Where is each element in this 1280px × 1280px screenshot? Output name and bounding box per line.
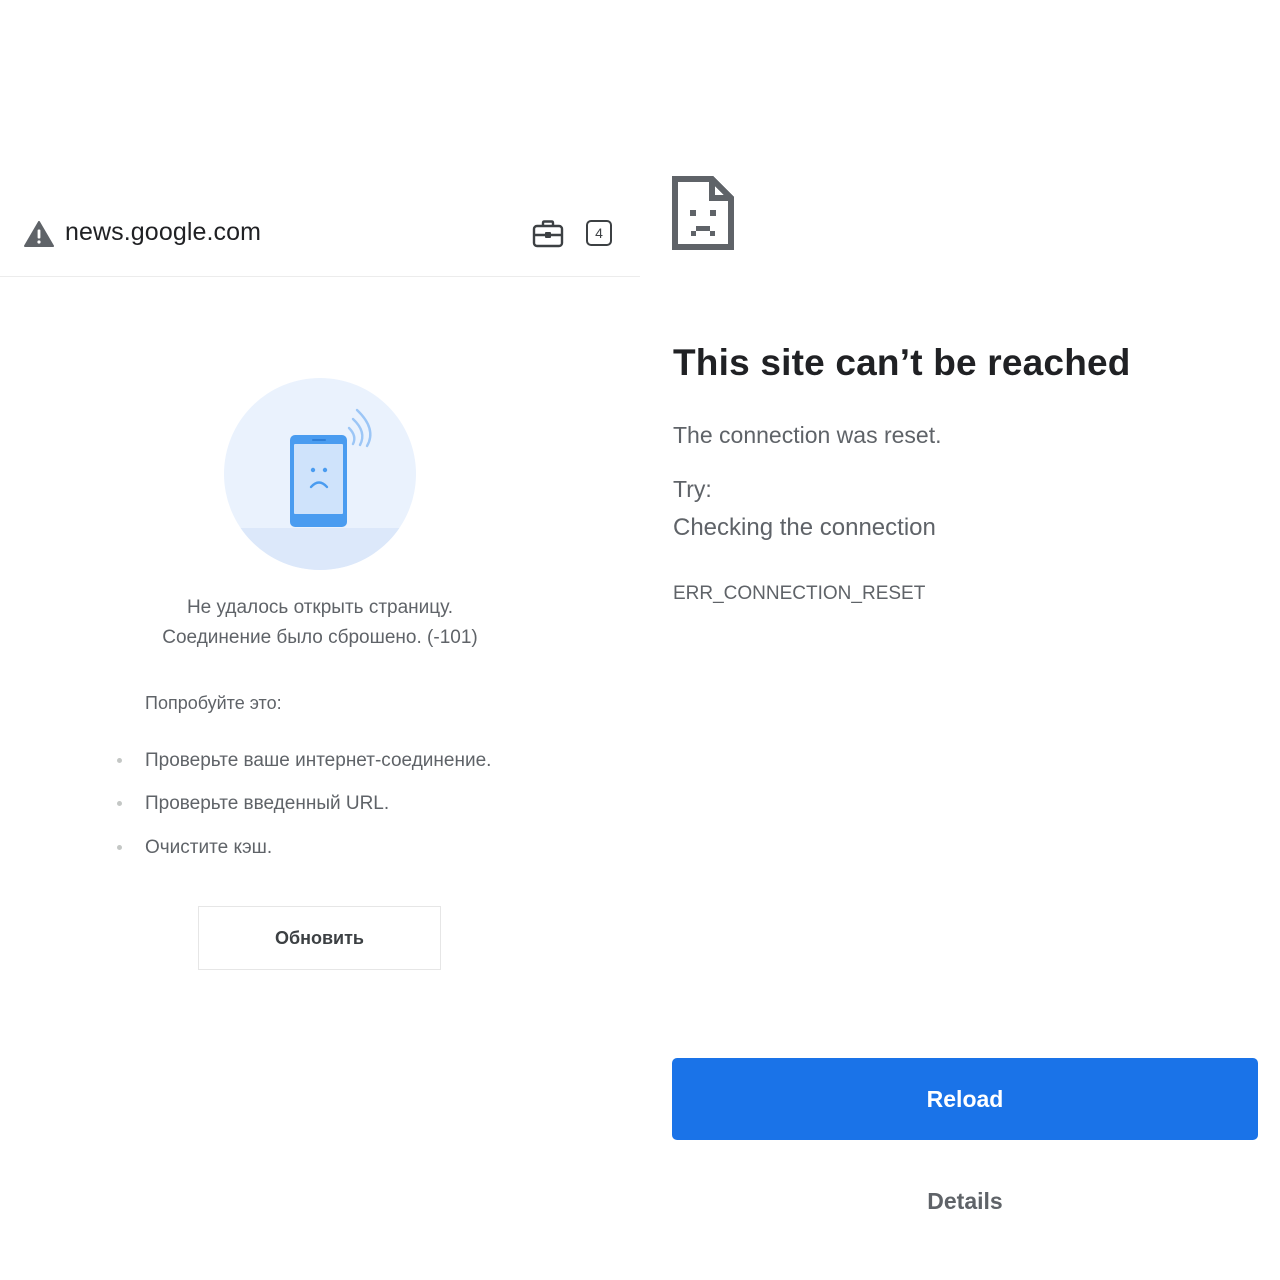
tip-item: Проверьте введенный URL. — [145, 793, 390, 814]
error-message-line1: Не удалось открыть страницу. — [186, 597, 454, 618]
screenshot-canvas: news.google.com 4 Не удалось открыть стр… — [0, 0, 1280, 1280]
details-button[interactable]: Details — [672, 1176, 1258, 1226]
right-panel-chrome-error: This site can’t be reached The connectio… — [640, 0, 1280, 1280]
warning-icon[interactable] — [24, 221, 54, 247]
sad-phone-icon — [224, 378, 416, 570]
try-label: Попробуйте это: — [145, 693, 282, 713]
error-title: This site can’t be reached — [673, 342, 1131, 383]
reload-button[interactable]: Reload — [672, 1058, 1258, 1140]
try-label: Try: — [673, 476, 712, 502]
address-bar[interactable]: news.google.com 4 — [0, 200, 640, 277]
bullet-dot — [117, 801, 122, 806]
left-panel-russian-error: news.google.com 4 Не удалось открыть стр… — [0, 0, 640, 1280]
bullet-dot — [117, 845, 122, 850]
error-code: ERR_CONNECTION_RESET — [673, 583, 926, 604]
error-message-line2: Соединение было сброшено. (-101) — [162, 627, 478, 648]
tab-switcher-button[interactable]: 4 — [586, 220, 612, 246]
bullet-dot — [117, 758, 122, 763]
error-description: The connection was reset. — [673, 422, 942, 448]
suggestion-item: Checking the connection — [673, 514, 936, 541]
briefcase-icon[interactable] — [532, 219, 564, 249]
refresh-button[interactable]: Обновить — [198, 906, 441, 970]
sad-document-icon — [672, 176, 734, 250]
tip-item: Очистите кэш. — [145, 837, 273, 858]
tip-item: Проверьте ваше интернет-соединение. — [145, 750, 492, 771]
url-text[interactable]: news.google.com — [65, 218, 261, 247]
